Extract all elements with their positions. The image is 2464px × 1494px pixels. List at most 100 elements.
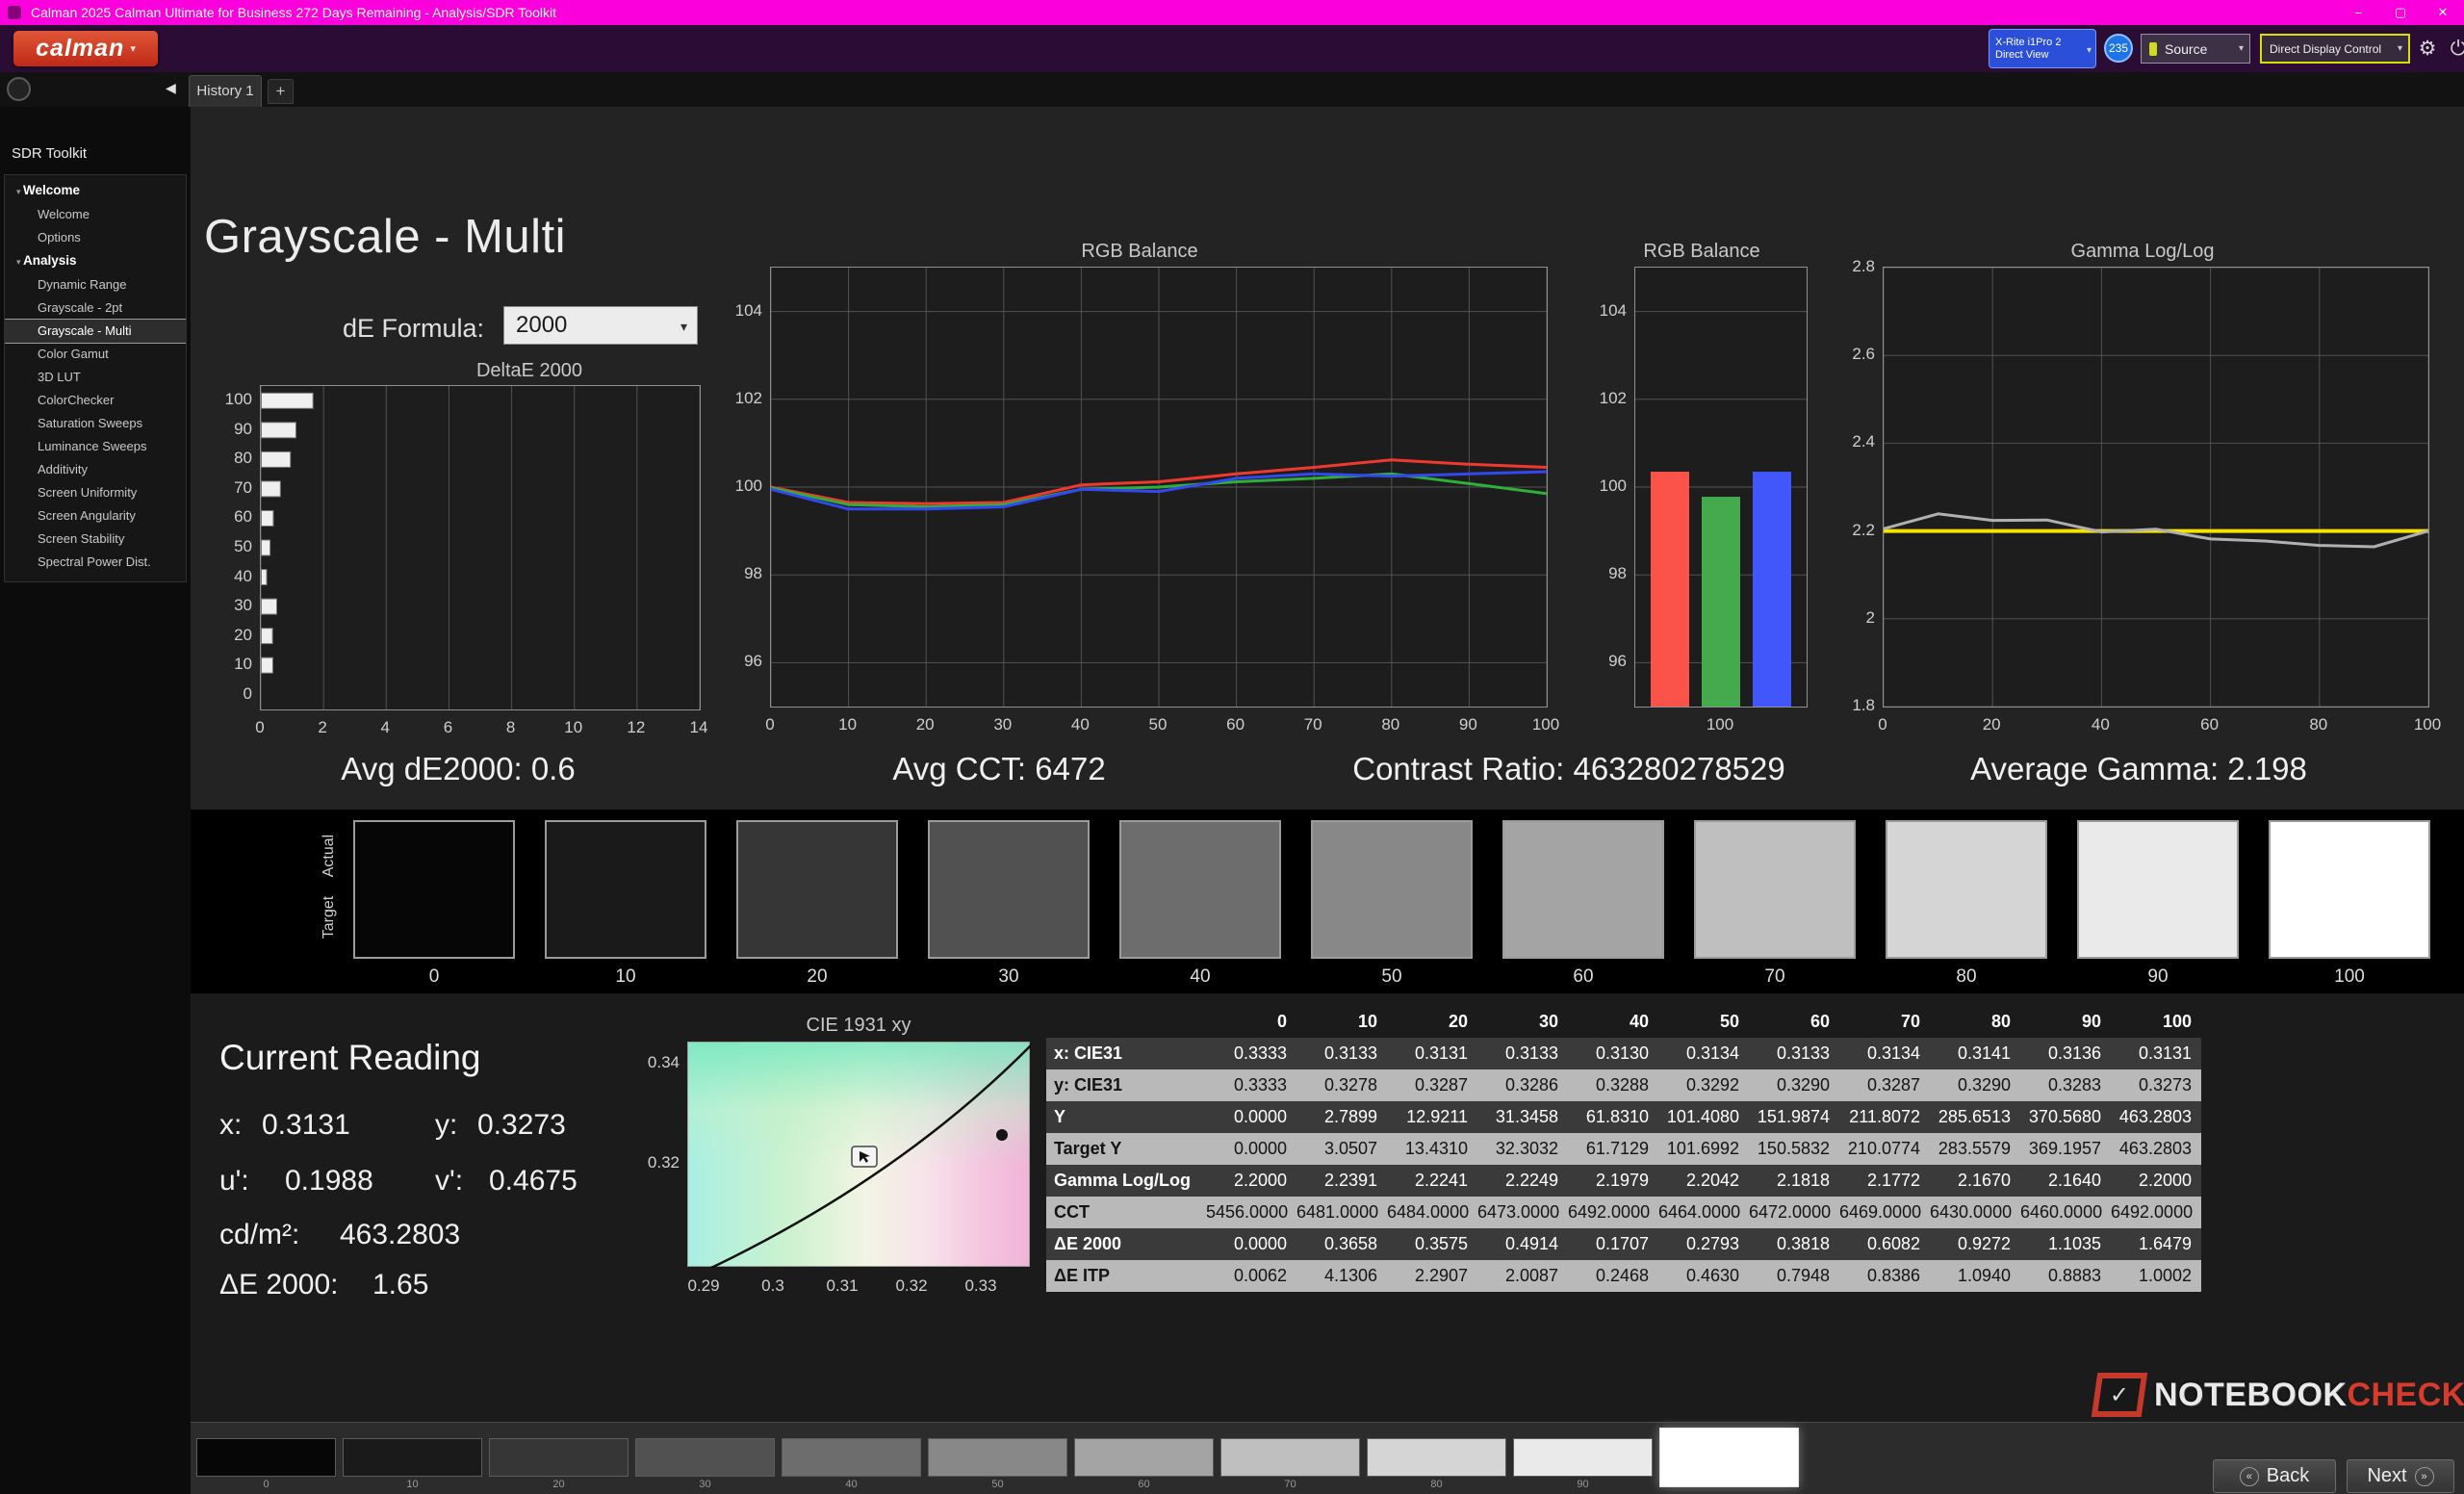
meter-dropdown[interactable]: X-Rite i1Pro 2 Direct View ▾ [1989,29,2096,68]
table-cell: 0.0000 [1206,1228,1296,1260]
tick-label: 60 [234,507,252,527]
table-cell: 285.6513 [1930,1101,2020,1133]
cie-x-tick: 0.29 [687,1276,719,1296]
sidebar-item-luminance-sweeps[interactable]: Luminance Sweeps [5,435,186,458]
close-button[interactable]: ✕ [2422,0,2464,25]
level-patch-40[interactable]: 40 [782,1438,921,1490]
patch-label: 70 [1220,1479,1360,1490]
cie-x-tick: 0.33 [964,1276,996,1296]
watermark-check: CHECK [2347,1377,2464,1413]
cie-y-tick: 0.32 [648,1153,680,1172]
level-patch-100[interactable]: 100 [1659,1438,1799,1487]
tick-label: 2.6 [1852,345,1875,364]
tick-label: 50 [234,537,252,556]
avg-de2000-stat: Avg dE2000: 0.6 [341,751,575,787]
swatch-cell-10: 10 [545,820,706,988]
tick-label: 96 [744,652,762,671]
level-patch-60[interactable]: 60 [1074,1438,1214,1490]
display-control-dropdown[interactable]: Direct Display Control ▾ [2260,34,2410,64]
sidebar-item-color-gamut[interactable]: Color Gamut [5,343,186,366]
patch-swatch [489,1438,629,1477]
sidebar-tree: WelcomeWelcomeOptionsAnalysisDynamic Ran… [4,174,187,582]
table-column-header: 60 [1749,1006,1839,1038]
table-cell: 2.2249 [1477,1165,1568,1197]
source-dropdown[interactable]: Source ▾ [2141,34,2250,64]
cursor-icon [852,1146,877,1167]
swatch-label: 100 [2269,966,2430,988]
level-patch-80[interactable]: 80 [1367,1438,1506,1490]
next-button[interactable]: Next » [2347,1459,2454,1493]
level-patch-10[interactable]: 10 [343,1438,482,1490]
meter-name: X-Rite i1Pro 2 [1995,37,2095,49]
de-formula-select[interactable]: 2000 ▾ [503,306,698,345]
tick-label: 70 [1304,715,1322,734]
sidebar-item-colorchecker[interactable]: ColorChecker [5,389,186,412]
sidebar-item-screen-angularity[interactable]: Screen Angularity [5,504,186,528]
swatch-label: 40 [1119,966,1281,988]
table-cell: 6460.0000 [2020,1197,2111,1228]
swatch-label: 60 [1502,966,1664,988]
tick-label: 2.2 [1852,521,1875,540]
sidebar-item-dynamic-range[interactable]: Dynamic Range [5,273,186,296]
power-button[interactable]: ⏻ [2443,34,2464,64]
results-table: 0102030405060708090100x: CIE310.33330.31… [1046,1006,2201,1292]
sidebar-item-screen-uniformity[interactable]: Screen Uniformity [5,481,186,504]
level-patch-70[interactable]: 70 [1220,1438,1360,1490]
sidebar-item-welcome[interactable]: Welcome [5,179,186,203]
level-patch-90[interactable]: 90 [1513,1438,1653,1490]
level-patch-50[interactable]: 50 [928,1438,1067,1490]
level-patch-0[interactable]: 0 [196,1438,336,1490]
level-patch-20[interactable]: 20 [489,1438,629,1490]
de-formula-label: dE Formula: [343,314,484,344]
sidebar-item-saturation-sweeps[interactable]: Saturation Sweeps [5,412,186,435]
tick-label: 90 [1459,715,1477,734]
table-cell: 2.2907 [1387,1260,1477,1292]
table-cell: 0.3131 [2111,1038,2201,1069]
deltae-chart-title: DeltaE 2000 [476,360,582,382]
table-cell: 6469.0000 [1839,1197,1930,1228]
tick-label: 100 [225,390,252,409]
sidebar-item-spectral-power-dist[interactable]: Spectral Power Dist. [5,551,186,574]
tick-label: 2.4 [1852,432,1875,451]
swatch-cell-40: 40 [1119,820,1281,988]
table-cell: 2.2042 [1658,1165,1749,1197]
sidebar-item-3d-lut[interactable]: 3D LUT [5,366,186,389]
history-nav-button[interactable] [7,77,31,101]
sidebar-item-additivity[interactable]: Additivity [5,458,186,481]
sidebar-item-analysis[interactable]: Analysis [5,249,186,273]
table-cell: 1.1035 [2020,1228,2111,1260]
back-button[interactable]: « Back [2213,1459,2336,1493]
swatch-cell-60: 60 [1502,820,1664,988]
table-row-label: x: CIE31 [1046,1038,1206,1069]
level-patch-30[interactable]: 30 [635,1438,775,1490]
sidebar-collapse-icon[interactable]: ◀ [166,80,176,96]
table-column-header: 30 [1477,1006,1568,1038]
cie-x-tick: 0.32 [895,1276,927,1296]
minimize-button[interactable]: – [2337,0,2379,25]
calman-menu-button[interactable]: calman ▾ [13,31,158,66]
sidebar-item-options[interactable]: Options [5,226,186,249]
y-label: y: [435,1109,457,1142]
tick-label: 20 [234,626,252,645]
notebookcheck-logo-icon: ✓ [2092,1373,2147,1417]
tick-label: 2.8 [1852,257,1875,276]
table-row-x-cie31: x: CIE310.33330.31330.31310.31330.31300.… [1046,1038,2201,1069]
maximize-button[interactable]: ▢ [2379,0,2422,25]
table-cell: 0.2793 [1658,1228,1749,1260]
tabbar: ◀ History 1 + [0,72,2464,107]
chevron-down-icon: ▾ [2398,43,2402,54]
chevron-down-icon: ▾ [2239,43,2244,54]
tab-history-1[interactable]: History 1 [189,75,262,107]
settings-gear-button[interactable]: ⚙ [2412,34,2443,64]
reference-point-dot [996,1129,1008,1141]
v-label: v': [435,1165,463,1198]
patch-swatch [635,1438,775,1477]
table-cell: 1.0002 [2111,1260,2201,1292]
sidebar-item-welcome[interactable]: Welcome [5,203,186,226]
sidebar-item-grayscale-2pt[interactable]: Grayscale - 2pt [5,296,186,320]
sidebar-item-grayscale-multi[interactable]: Grayscale - Multi [5,320,186,343]
table-cell: 5456.0000 [1206,1197,1296,1228]
add-tab-button[interactable]: + [268,79,294,104]
sidebar-item-screen-stability[interactable]: Screen Stability [5,528,186,551]
app-icon [8,6,21,19]
